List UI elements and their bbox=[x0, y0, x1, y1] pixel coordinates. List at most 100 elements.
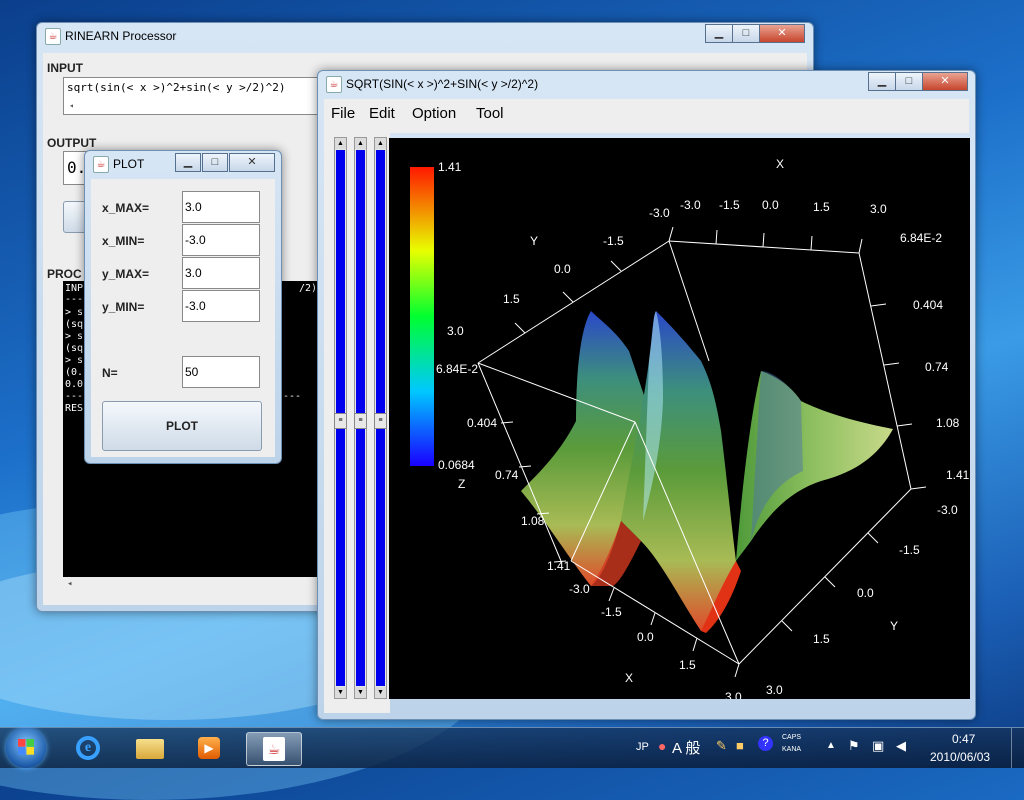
x-max-value: 3.0 bbox=[185, 200, 202, 214]
taskbar-media-player[interactable]: ▶ bbox=[182, 732, 236, 764]
bottom-x-axis-label: X bbox=[625, 671, 633, 685]
slider-thumb[interactable]: ≡ bbox=[354, 413, 367, 429]
top-x-tick: 3.0 bbox=[870, 202, 887, 216]
clock-date[interactable]: 2010/06/03 bbox=[930, 750, 990, 764]
y-max-label: y_MAX= bbox=[102, 267, 150, 281]
plot-titlebar[interactable]: ☕ PLOT ▁ □ ✕ bbox=[85, 151, 281, 177]
scroll-left-arrow-icon[interactable]: ◂ bbox=[67, 578, 72, 590]
top-x-tick: 1.5 bbox=[813, 200, 830, 214]
y-min-label: y_MIN= bbox=[102, 300, 145, 314]
java-icon: ☕ bbox=[45, 28, 61, 45]
show-hidden-icons-button[interactable]: ▲ bbox=[826, 740, 836, 751]
ime-tools-icon[interactable]: ✎ bbox=[716, 738, 727, 754]
slider-thumb[interactable]: ≡ bbox=[374, 413, 387, 429]
start-button[interactable] bbox=[6, 728, 46, 768]
console-line: (sq bbox=[65, 343, 84, 354]
close-button[interactable]: ✕ bbox=[759, 24, 805, 43]
x-min-label: x_MIN= bbox=[102, 234, 145, 248]
bottom-x-tick: -1.5 bbox=[601, 605, 622, 619]
system-tray: JP ● A 般 ✎ ■ ? CAPS KANA ▲ ⚑ ▣ ◀ 0:47 20… bbox=[630, 728, 1024, 768]
slider-2[interactable]: ▲ ≡ ▼ bbox=[354, 137, 367, 699]
y-max-field[interactable]: 3.0 bbox=[182, 257, 260, 289]
right-z-tick: 0.404 bbox=[913, 298, 943, 312]
plot-canvas[interactable]: 1.41 0.0684 Z X -3.0 -3.0 -1.5 0.0 1.5 3… bbox=[389, 138, 970, 699]
minimize-button[interactable]: ▁ bbox=[175, 153, 201, 172]
arrow-down-icon[interactable]: ▼ bbox=[355, 687, 366, 698]
top-y-tick: 0.0 bbox=[554, 262, 571, 276]
language-indicator[interactable]: JP bbox=[636, 741, 649, 753]
minimize-button[interactable]: ▁ bbox=[705, 24, 733, 43]
top-y-tick: -1.5 bbox=[603, 234, 624, 248]
bottom-y-tick: -3.0 bbox=[937, 503, 958, 517]
output-label: OUTPUT bbox=[47, 136, 97, 150]
ime-mode-indicator[interactable]: A 般 bbox=[672, 737, 700, 758]
top-x-tick: -1.5 bbox=[719, 198, 740, 212]
n-label: N= bbox=[102, 366, 118, 380]
menu-tool[interactable]: Tool bbox=[476, 105, 504, 122]
top-y-tick: 1.5 bbox=[503, 292, 520, 306]
slider-thumb[interactable]: ≡ bbox=[334, 413, 347, 429]
taskbar-ie[interactable]: e bbox=[62, 732, 116, 764]
maximize-button[interactable]: □ bbox=[732, 24, 760, 43]
bottom-x-tick: -3.0 bbox=[569, 582, 590, 596]
plot-dialog: ☕ PLOT ▁ □ ✕ x_MAX= 3.0 x_MIN= -3.0 y_MA… bbox=[84, 150, 282, 464]
right-z-tick: 1.08 bbox=[936, 416, 960, 430]
n-field[interactable]: 50 bbox=[182, 356, 260, 388]
main-titlebar[interactable]: ☕ RINEARN Processor ▁ □ ✕ bbox=[37, 23, 813, 49]
plot-button[interactable]: PLOT bbox=[102, 401, 262, 451]
x-max-label: x_MAX= bbox=[102, 201, 150, 215]
x-max-field[interactable]: 3.0 bbox=[182, 191, 260, 223]
top-x-tick: 0.0 bbox=[762, 198, 779, 212]
slider-1[interactable]: ▲ ≡ ▼ bbox=[334, 137, 347, 699]
minimize-button[interactable]: ▁ bbox=[868, 72, 896, 91]
clock-time[interactable]: 0:47 bbox=[952, 732, 975, 746]
right-z-tick: 6.84E-2 bbox=[900, 231, 942, 245]
slider-3[interactable]: ▲ ≡ ▼ bbox=[374, 137, 387, 699]
volume-icon[interactable]: ◀ bbox=[896, 738, 906, 754]
java-icon: ☕ bbox=[93, 156, 109, 173]
x-min-field[interactable]: -3.0 bbox=[182, 224, 260, 256]
folder-icon bbox=[136, 739, 164, 759]
arrow-up-icon[interactable]: ▲ bbox=[355, 138, 366, 149]
bottom-x-tick: 0.0 bbox=[637, 630, 654, 644]
windows-logo-icon bbox=[18, 739, 34, 755]
bottom-y-tick: 1.5 bbox=[813, 632, 830, 646]
maximize-button[interactable]: □ bbox=[895, 72, 923, 91]
arrow-down-icon[interactable]: ▼ bbox=[335, 687, 346, 698]
close-button[interactable]: ✕ bbox=[922, 72, 968, 91]
process-label: PROC bbox=[47, 267, 82, 281]
arrow-down-icon[interactable]: ▼ bbox=[375, 687, 386, 698]
ime-help-icon[interactable]: ● bbox=[658, 738, 666, 754]
media-player-icon: ▶ bbox=[198, 737, 220, 759]
maximize-button[interactable]: □ bbox=[202, 153, 228, 172]
bottom-y-tick: 0.0 bbox=[857, 586, 874, 600]
arrow-up-icon[interactable]: ▲ bbox=[375, 138, 386, 149]
graph-titlebar[interactable]: ☕ SQRT(SIN(< x >)^2+SIN(< y >/2)^2) ▁ □ … bbox=[318, 71, 975, 97]
ime-dictionary-icon[interactable]: ■ bbox=[736, 738, 744, 753]
taskbar-java-app[interactable]: ☕ bbox=[246, 732, 302, 766]
network-icon[interactable]: ▣ bbox=[872, 738, 884, 754]
plot-button-label: PLOT bbox=[166, 419, 198, 433]
action-center-flag-icon[interactable]: ⚑ bbox=[848, 738, 860, 754]
y-min-field[interactable]: -3.0 bbox=[182, 290, 260, 322]
input-label: INPUT bbox=[47, 61, 83, 75]
arrow-up-icon[interactable]: ▲ bbox=[335, 138, 346, 149]
left-z-tick: 1.41 bbox=[547, 559, 571, 573]
show-desktop-button[interactable] bbox=[1011, 728, 1024, 768]
console-line: > s bbox=[65, 331, 84, 342]
scroll-left-arrow-icon[interactable]: ◂ bbox=[69, 101, 74, 110]
menu-file[interactable]: File bbox=[331, 105, 355, 122]
taskbar: e ▶ ☕ JP ● A 般 ✎ ■ ? CAPS KANA ▲ ⚑ ▣ ◀ 0… bbox=[0, 727, 1024, 768]
ime-help-question-icon[interactable]: ? bbox=[758, 736, 773, 751]
taskbar-explorer[interactable] bbox=[122, 732, 176, 764]
plot-dialog-title: PLOT bbox=[113, 157, 145, 171]
console-tail: --- bbox=[283, 391, 302, 402]
menu-edit[interactable]: Edit bbox=[369, 105, 395, 122]
close-button[interactable]: ✕ bbox=[229, 153, 275, 172]
menu-option[interactable]: Option bbox=[412, 105, 456, 122]
console-line: (0. bbox=[65, 367, 84, 378]
bottom-x-tick: 1.5 bbox=[679, 658, 696, 672]
menu-bar: File Edit Option Tool bbox=[324, 99, 969, 133]
graph-window: ☕ SQRT(SIN(< x >)^2+SIN(< y >/2)^2) ▁ □ … bbox=[317, 70, 976, 720]
main-window-title: RINEARN Processor bbox=[65, 29, 177, 43]
